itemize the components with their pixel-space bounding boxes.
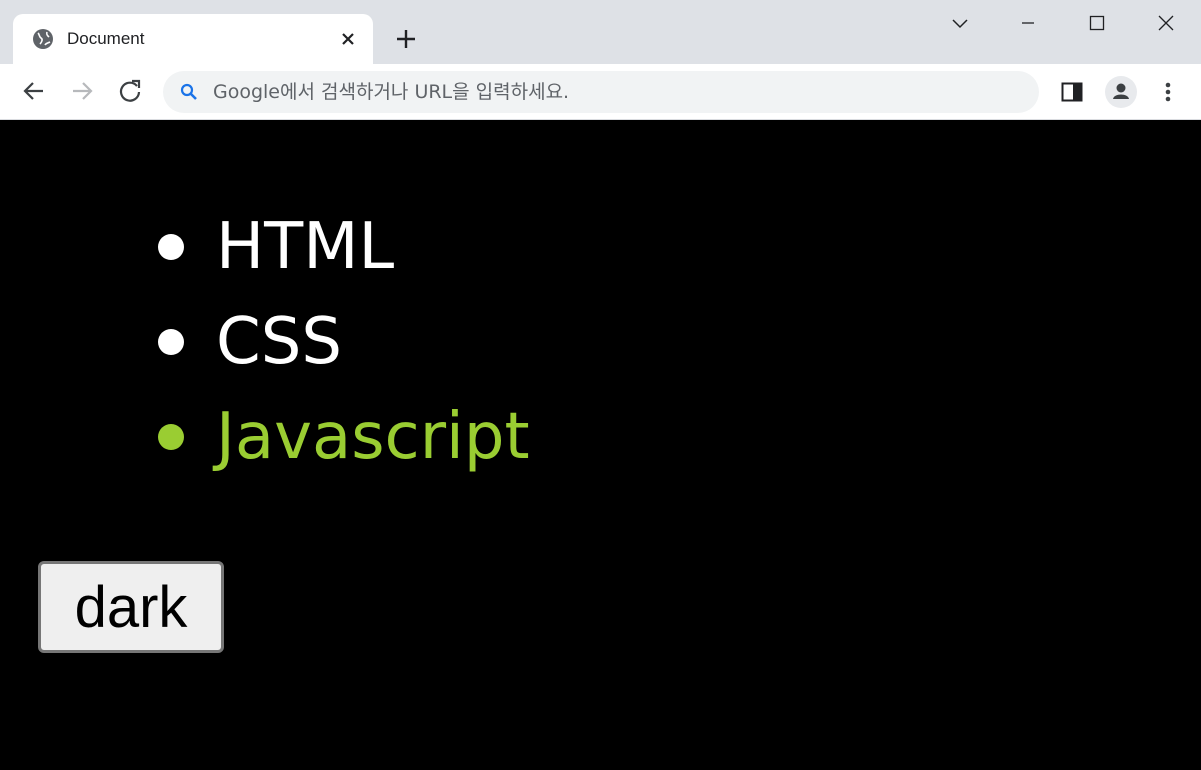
plus-icon[interactable] (393, 26, 419, 52)
browser-toolbar (0, 64, 1201, 120)
list-item-javascript: Javascript (0, 390, 530, 485)
close-icon[interactable] (1153, 10, 1179, 36)
maximize-icon[interactable] (1084, 10, 1110, 36)
forward-arrow-icon[interactable] (68, 77, 96, 105)
list-item-label: CSS (216, 305, 342, 379)
list-item-label: HTML (216, 210, 395, 284)
page-content: HTML CSS Javascript dark (0, 120, 1201, 770)
search-icon (180, 83, 197, 100)
kebab-menu-icon[interactable] (1153, 77, 1183, 107)
tab-title: Document (67, 29, 145, 48)
dark-mode-button[interactable]: dark (38, 561, 224, 653)
list-item-label: Javascript (216, 400, 530, 474)
list-item-html: HTML (0, 200, 530, 295)
list-item-css: CSS (0, 295, 530, 390)
side-panel-icon[interactable] (1057, 77, 1087, 107)
bullet-icon (158, 234, 184, 260)
minimize-icon[interactable] (1015, 10, 1041, 36)
chevron-down-icon[interactable] (947, 10, 973, 36)
bullet-icon (158, 424, 184, 450)
omnibox[interactable] (163, 71, 1039, 113)
tab-document[interactable]: Document (13, 14, 373, 64)
browser-window: Document Google에서 검색하거나 URL을 입력하세요. HTML… (0, 0, 1201, 770)
tab-strip: Document (0, 0, 1201, 64)
tech-list: HTML CSS Javascript (0, 200, 530, 485)
globe-icon (33, 29, 53, 49)
address-input[interactable] (213, 71, 1013, 113)
tab-close-icon[interactable] (338, 29, 358, 49)
reload-icon[interactable] (116, 77, 144, 105)
back-arrow-icon[interactable] (20, 77, 48, 105)
bullet-icon (158, 329, 184, 355)
profile-icon[interactable] (1104, 75, 1138, 109)
